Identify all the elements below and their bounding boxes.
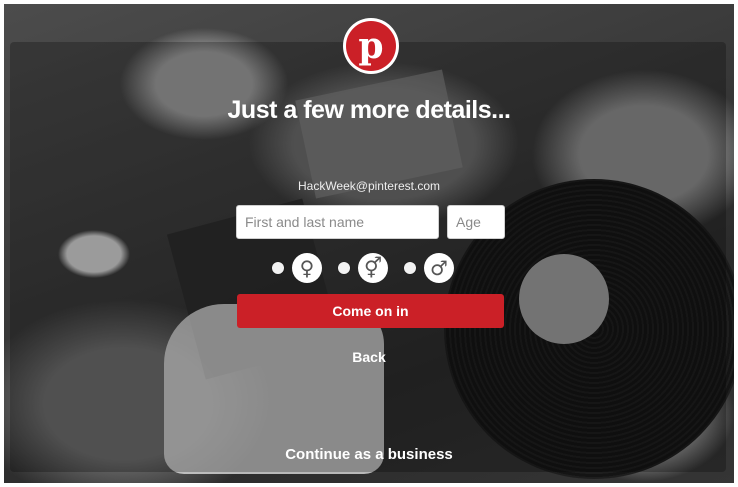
continue-as-business-link[interactable]: Continue as a business [0,446,738,463]
female-icon: ♀ [292,253,322,283]
pinterest-logo: p [343,18,399,74]
transgender-icon: ⚥ [358,253,388,283]
pinterest-logo-letter: p [346,21,396,71]
male-icon: ♂ [424,253,454,283]
gender-radio[interactable] [338,262,350,274]
back-link[interactable]: Back [0,349,738,365]
come-on-in-button[interactable]: Come on in [237,294,504,328]
gender-radio[interactable] [404,262,416,274]
gender-option-transgender[interactable]: ⚥ [338,252,388,284]
account-email: HackWeek@pinterest.com [297,179,440,193]
gender-radio[interactable] [272,262,284,274]
gender-option-female[interactable]: ♀ [272,252,322,284]
page-title: Just a few more details... [227,96,511,124]
gender-option-male[interactable]: ♂ [404,252,454,284]
age-input[interactable] [447,205,505,239]
name-input[interactable] [236,205,439,239]
